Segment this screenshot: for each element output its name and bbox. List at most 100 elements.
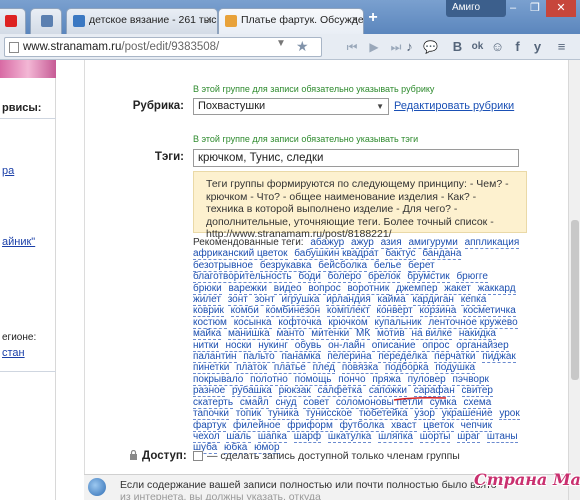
- previous-track-icon[interactable]: ⏮: [342, 38, 362, 56]
- recommended-tag[interactable]: снуд: [275, 396, 297, 409]
- recommended-tag[interactable]: конверт: [376, 305, 413, 318]
- recommended-tag[interactable]: цветок: [423, 419, 454, 432]
- region-link[interactable]: стан: [2, 347, 25, 359]
- recommended-tag[interactable]: описание: [371, 339, 416, 352]
- recommended-tag[interactable]: бандана: [422, 248, 462, 261]
- recommended-tag[interactable]: шраг: [457, 430, 481, 443]
- recommended-tag[interactable]: манто: [276, 328, 305, 341]
- recommended-tag[interactable]: берет: [408, 259, 435, 272]
- recommended-tag[interactable]: шорты: [419, 430, 451, 443]
- tab-pinned-vk[interactable]: [30, 8, 62, 34]
- recommended-tag[interactable]: воротник: [347, 282, 390, 295]
- recommended-tag[interactable]: на вилке: [411, 328, 453, 341]
- recommended-tag[interactable]: платок: [236, 362, 268, 375]
- recommended-tag[interactable]: майка: [193, 328, 222, 341]
- close-tab-icon[interactable]: ×: [206, 14, 212, 26]
- recommended-tag[interactable]: брелок: [368, 271, 401, 284]
- close-window-button[interactable]: ✕: [546, 0, 576, 17]
- recommended-tag[interactable]: накидка: [458, 328, 496, 341]
- recommended-tag[interactable]: хваст: [391, 419, 417, 432]
- recommended-tag[interactable]: крючком: [328, 316, 368, 329]
- recommended-tag[interactable]: брюгге: [456, 271, 488, 284]
- recommended-tag[interactable]: шляпка: [378, 430, 413, 443]
- close-tab-icon[interactable]: ×: [352, 14, 358, 26]
- recommended-tag[interactable]: свитер: [461, 385, 493, 398]
- maximize-button[interactable]: ❐: [524, 0, 546, 17]
- sidebar-link[interactable]: ра: [2, 165, 14, 177]
- scrollbar-thumb[interactable]: [571, 220, 579, 380]
- profile-badge[interactable]: Амиго: [446, 0, 506, 17]
- new-tab-button[interactable]: +: [364, 9, 382, 27]
- vk-ext-icon[interactable]: B: [448, 38, 467, 56]
- recommended-tag[interactable]: чепчик: [460, 419, 492, 432]
- recommended-tag[interactable]: ленточное кружево: [428, 316, 518, 329]
- tab-active[interactable]: Платье фартук. Обсужден ×: [218, 8, 364, 34]
- recommended-tag[interactable]: косынка: [233, 316, 272, 329]
- recommended-tag[interactable]: филейное: [232, 419, 281, 432]
- tab-search[interactable]: детское вязание - 261 тыс. ×: [66, 8, 218, 34]
- chat-icon[interactable]: 💬: [421, 38, 440, 56]
- recommended-tag[interactable]: видео: [273, 282, 302, 295]
- recommended-tag[interactable]: аппликация: [464, 237, 520, 249]
- recommended-tag[interactable]: платье: [273, 362, 306, 375]
- recommended-tag[interactable]: повязка: [341, 362, 379, 375]
- recommended-tag[interactable]: тюбетейка: [358, 408, 408, 421]
- members-only-checkbox[interactable]: [193, 451, 203, 461]
- smile-icon[interactable]: ☺: [488, 38, 507, 56]
- recommended-tag[interactable]: болеро: [327, 271, 362, 284]
- page-scrollbar[interactable]: [568, 60, 580, 500]
- recommended-tag[interactable]: узор: [414, 408, 435, 421]
- recommended-tag[interactable]: фриформ: [287, 419, 333, 432]
- recommended-tag[interactable]: нукинг: [258, 339, 288, 352]
- address-bar[interactable]: www.stranamam.ru/post/edit/9383508/: [4, 37, 322, 57]
- minimize-button[interactable]: –: [502, 0, 524, 17]
- odnoklassniki-icon[interactable]: ok: [468, 38, 487, 56]
- music-icon[interactable]: ♪: [400, 38, 419, 56]
- recommended-tag[interactable]: нитки: [193, 339, 219, 352]
- recommended-tag[interactable]: шкатулка: [327, 430, 372, 443]
- recommended-tag[interactable]: топик: [235, 408, 262, 421]
- recommended-tag[interactable]: митенки: [311, 328, 350, 341]
- rubric-select[interactable]: Похвастушки ▼: [193, 98, 389, 115]
- sidebar-link[interactable]: айник": [2, 236, 35, 248]
- recommended-tag[interactable]: разное: [193, 385, 226, 398]
- recommended-tag[interactable]: он-лайн: [328, 339, 365, 352]
- recommended-tag[interactable]: тунисское: [305, 408, 353, 421]
- recommended-tag[interactable]: опрос: [422, 339, 450, 352]
- recommended-tag[interactable]: бабушкин квадрат: [294, 248, 379, 261]
- edit-rubrics-link[interactable]: Редактировать рубрики: [394, 100, 514, 112]
- recommended-tag[interactable]: носки: [225, 339, 252, 352]
- recommended-tag[interactable]: безрукавка: [259, 259, 312, 272]
- recommended-tag[interactable]: тапочки: [193, 408, 229, 421]
- recommended-tag[interactable]: рюкзак: [278, 385, 311, 398]
- recommended-tag[interactable]: пиджак: [482, 351, 516, 364]
- recommended-tag[interactable]: купальник: [374, 316, 422, 329]
- recommended-tag[interactable]: комби: [230, 305, 259, 318]
- recommended-tag[interactable]: благотворительность: [193, 271, 292, 284]
- address-dropdown-icon[interactable]: ▼: [276, 38, 286, 49]
- recommended-tag[interactable]: коврик: [193, 305, 224, 318]
- recommended-tag[interactable]: мотив: [376, 328, 405, 341]
- recommended-tag[interactable]: белье: [373, 259, 402, 272]
- recommended-tag[interactable]: комбинезон: [265, 305, 321, 318]
- tags-input[interactable]: крючком, Тунис, следки: [193, 149, 519, 167]
- recommended-tag[interactable]: бейсболка: [318, 259, 368, 272]
- recommended-tag[interactable]: корзина: [419, 305, 457, 318]
- recommended-tag[interactable]: совет: [303, 396, 330, 409]
- recommended-tag[interactable]: футболка: [339, 419, 385, 432]
- recommended-tag[interactable]: вопрос: [308, 282, 341, 295]
- recommended-tag[interactable]: брумстик: [407, 271, 450, 284]
- recommended-tag[interactable]: косметичка: [463, 305, 516, 318]
- recommended-tag[interactable]: пинетки: [193, 362, 230, 375]
- recommended-tag[interactable]: туника: [267, 408, 299, 421]
- recommended-tag[interactable]: жакет: [444, 282, 471, 295]
- recommended-tag[interactable]: безотрывное: [193, 259, 254, 272]
- recommended-tag[interactable]: штаны: [486, 430, 518, 443]
- recommended-tag[interactable]: салфетка: [317, 385, 363, 398]
- twitter-icon[interactable]: y: [528, 38, 547, 56]
- recommended-tag[interactable]: схема: [463, 396, 492, 409]
- play-icon[interactable]: ▶: [364, 38, 384, 56]
- recommended-tag[interactable]: джемпер: [396, 282, 438, 295]
- recommended-tag[interactable]: урок: [499, 408, 520, 421]
- tab-pinned-1[interactable]: [0, 8, 26, 34]
